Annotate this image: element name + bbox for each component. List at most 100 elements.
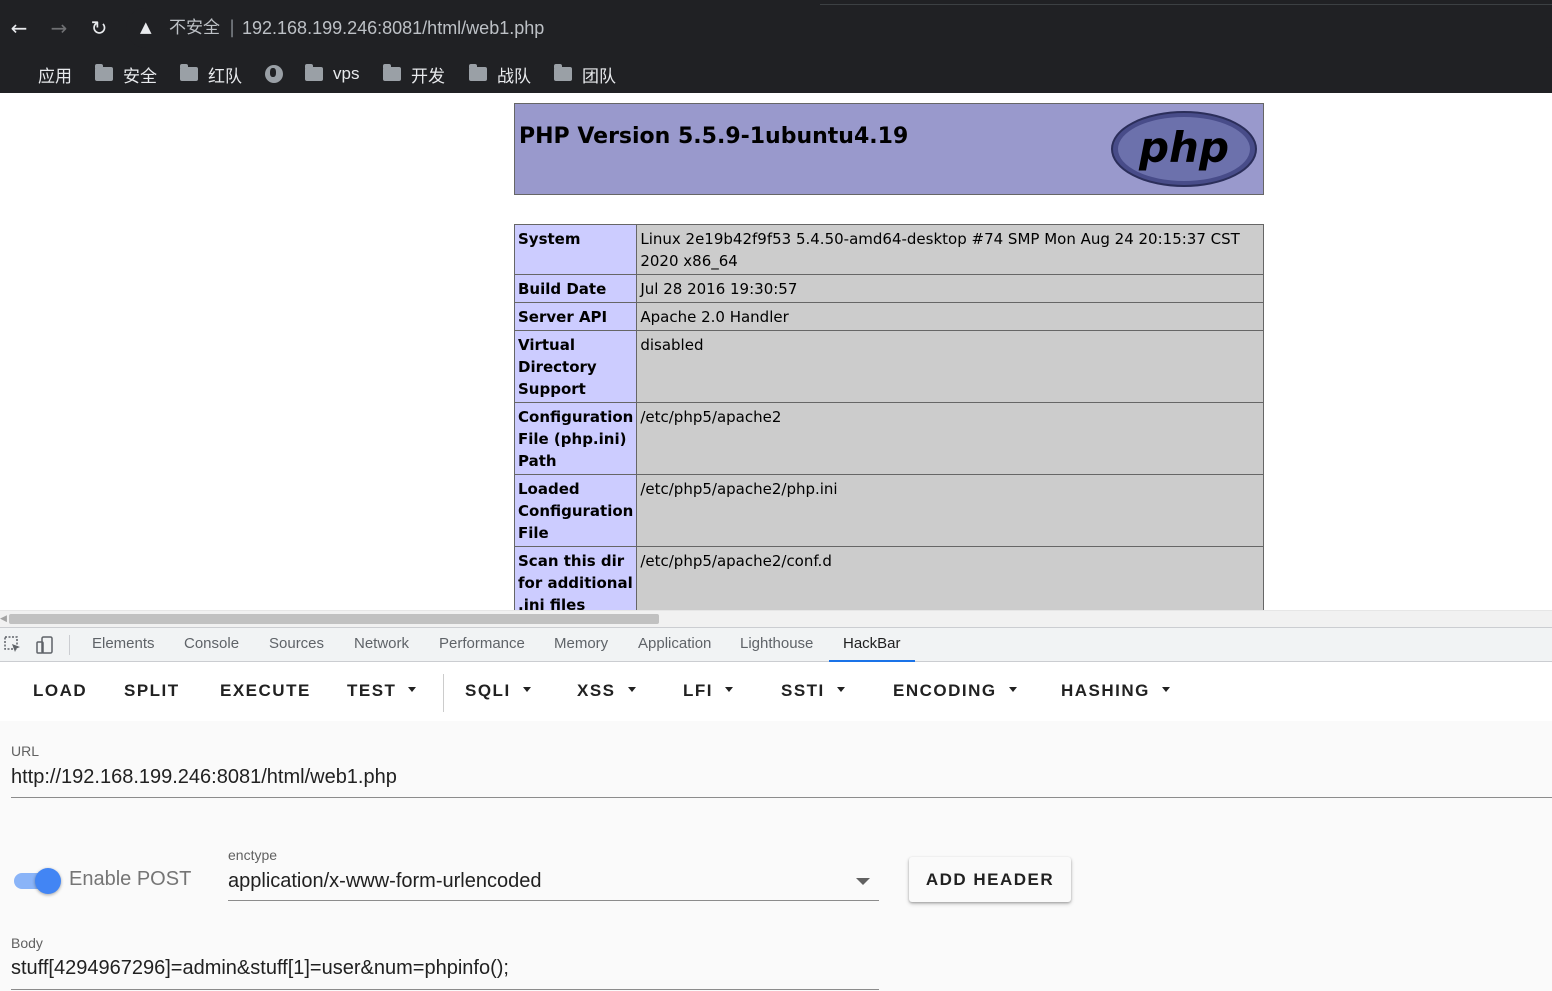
row-value: /etc/php5/apache2/conf.d xyxy=(636,546,1264,610)
url-field-underline xyxy=(11,797,1552,798)
back-arrow-icon[interactable]: ← xyxy=(6,14,32,42)
warning-triangle-icon[interactable]: ▲ xyxy=(140,18,158,36)
enable-post-label: Enable POST xyxy=(69,868,192,890)
bookmark-folder-vps[interactable]: vps xyxy=(305,59,359,89)
inspect-element-icon[interactable] xyxy=(3,635,23,655)
scrollbar-thumb[interactable] xyxy=(9,614,659,624)
table-row: Server API Apache 2.0 Handler xyxy=(513,302,1264,331)
lfi-menu-button[interactable]: LFI xyxy=(683,662,733,720)
row-key: Virtual Directory Support xyxy=(513,330,638,403)
bookmark-apps[interactable]: 应用 xyxy=(10,59,72,89)
encoding-menu-button[interactable]: ENCODING xyxy=(893,662,1017,720)
load-button[interactable]: LOAD xyxy=(33,662,87,720)
php-logo-text: php xyxy=(1138,123,1229,172)
body-field-label: Body xyxy=(11,935,43,951)
php-logo[interactable]: php xyxy=(1110,110,1258,188)
test-label: TEST xyxy=(347,681,397,700)
bookmark-folder-group[interactable]: 团队 xyxy=(554,59,616,89)
bookmark-label: 应用 xyxy=(38,66,72,86)
body-field-underline xyxy=(11,989,879,990)
tab-console[interactable]: Console xyxy=(184,628,239,662)
tab-lighthouse[interactable]: Lighthouse xyxy=(740,628,813,662)
folder-icon xyxy=(554,64,572,81)
url-field-label: URL xyxy=(11,743,40,759)
table-row: Virtual Directory Support disabled xyxy=(513,330,1264,403)
bookmarks-bar: 应用 安全 红队 vps 开发 战队 团队 xyxy=(0,54,1552,93)
enctype-label: enctype xyxy=(228,847,278,863)
devtools-tab-strip: Elements Console Sources Network Perform… xyxy=(0,627,1552,662)
enable-post-toggle-thumb[interactable] xyxy=(35,868,61,894)
scroll-left-arrow-icon[interactable]: ◀ xyxy=(0,613,7,625)
url-field[interactable]: http://192.168.199.246:8081/html/web1.ph… xyxy=(11,766,397,789)
folder-icon xyxy=(305,64,323,81)
bookmark-label: 安全 xyxy=(123,66,157,86)
lfi-label: LFI xyxy=(683,681,713,700)
caret-down-icon xyxy=(408,687,417,693)
row-value: /etc/php5/apache2 xyxy=(636,402,1264,475)
sqli-label: SQLI xyxy=(465,681,511,700)
hashing-menu-button[interactable]: HASHING xyxy=(1061,662,1170,720)
ssti-label: SSTI xyxy=(781,681,825,700)
bookmark-folder-security[interactable]: 安全 xyxy=(95,59,157,89)
caret-down-icon xyxy=(1008,687,1017,693)
table-row: Loaded Configuration File /etc/php5/apac… xyxy=(513,474,1264,547)
globe-icon xyxy=(265,65,283,83)
split-button[interactable]: SPLIT xyxy=(124,662,180,720)
hashing-label: HASHING xyxy=(1061,681,1150,700)
tab-hackbar[interactable]: HackBar xyxy=(829,628,915,662)
caret-down-icon xyxy=(627,687,636,693)
address-separator: | xyxy=(229,17,236,38)
address-bar[interactable]: ▲ 不安全 | 192.168.199.246:8081/html/web1.p… xyxy=(126,8,1552,48)
horizontal-scrollbar[interactable]: ◀ xyxy=(0,610,1552,627)
split-label: SPLIT xyxy=(124,681,180,700)
forward-arrow-icon[interactable]: → xyxy=(46,14,72,42)
dropdown-arrow-icon[interactable] xyxy=(856,878,870,885)
bookmark-folder-red-team[interactable]: 红队 xyxy=(180,59,242,89)
caret-down-icon xyxy=(522,687,531,693)
address-url[interactable]: 192.168.199.246:8081/html/web1.php xyxy=(242,17,544,39)
phpinfo-table: System Linux 2e19b42f9f53 5.4.50-amd64-d… xyxy=(513,224,1264,610)
xss-menu-button[interactable]: XSS xyxy=(577,662,636,720)
execute-button[interactable]: EXECUTE xyxy=(220,662,311,720)
caret-down-icon xyxy=(836,687,845,693)
row-key: Scan this dir for additional .ini files xyxy=(513,546,638,610)
enctype-select[interactable]: application/x-www-form-urlencoded xyxy=(228,870,541,893)
device-toolbar-icon[interactable] xyxy=(35,635,55,655)
add-header-button[interactable]: ADD HEADER xyxy=(909,857,1071,902)
table-row: Build Date Jul 28 2016 19:30:57 xyxy=(513,274,1264,303)
tab-application[interactable]: Application xyxy=(638,628,711,662)
sqli-menu-button[interactable]: SQLI xyxy=(465,662,531,720)
insecure-label[interactable]: 不安全 xyxy=(169,17,220,39)
bookmark-folder-team[interactable]: 战队 xyxy=(469,59,531,89)
row-value: Apache 2.0 Handler xyxy=(636,302,1264,331)
toolbar-divider xyxy=(820,4,1552,5)
reload-icon[interactable]: ↻ xyxy=(86,14,112,42)
tab-network[interactable]: Network xyxy=(354,628,409,662)
row-key: Build Date xyxy=(513,274,638,303)
tab-sources[interactable]: Sources xyxy=(269,628,324,662)
php-version-title: PHP Version 5.5.9-1ubuntu4.19 xyxy=(519,124,909,149)
bookmark-globe[interactable] xyxy=(265,59,293,89)
row-value: disabled xyxy=(636,330,1264,403)
test-menu-button[interactable]: TEST xyxy=(347,662,417,720)
bookmark-folder-dev[interactable]: 开发 xyxy=(383,59,445,89)
encoding-label: ENCODING xyxy=(893,681,997,700)
hackbar-menu: LOAD SPLIT EXECUTE TEST SQLI XSS LFI SST… xyxy=(0,662,1552,721)
folder-icon xyxy=(469,64,487,81)
menu-divider xyxy=(443,674,444,712)
row-value: Linux 2e19b42f9f53 5.4.50-amd64-desktop … xyxy=(636,224,1264,275)
tab-performance[interactable]: Performance xyxy=(439,628,525,662)
tab-memory[interactable]: Memory xyxy=(554,628,608,662)
tab-elements[interactable]: Elements xyxy=(92,628,155,662)
page-viewport: PHP Version 5.5.9-1ubuntu4.19 php System… xyxy=(0,93,1552,610)
folder-icon xyxy=(95,64,113,81)
bookmark-label: 开发 xyxy=(411,66,445,86)
row-key: Loaded Configuration File xyxy=(513,474,638,547)
body-field[interactable]: stuff[4294967296]=admin&stuff[1]=user&nu… xyxy=(11,957,509,980)
table-row: Configuration File (php.ini) Path /etc/p… xyxy=(513,402,1264,475)
table-row: System Linux 2e19b42f9f53 5.4.50-amd64-d… xyxy=(513,224,1264,275)
ssti-menu-button[interactable]: SSTI xyxy=(781,662,845,720)
execute-label: EXECUTE xyxy=(220,681,311,700)
phpinfo-header: PHP Version 5.5.9-1ubuntu4.19 php xyxy=(514,103,1264,195)
caret-down-icon xyxy=(1161,687,1170,693)
